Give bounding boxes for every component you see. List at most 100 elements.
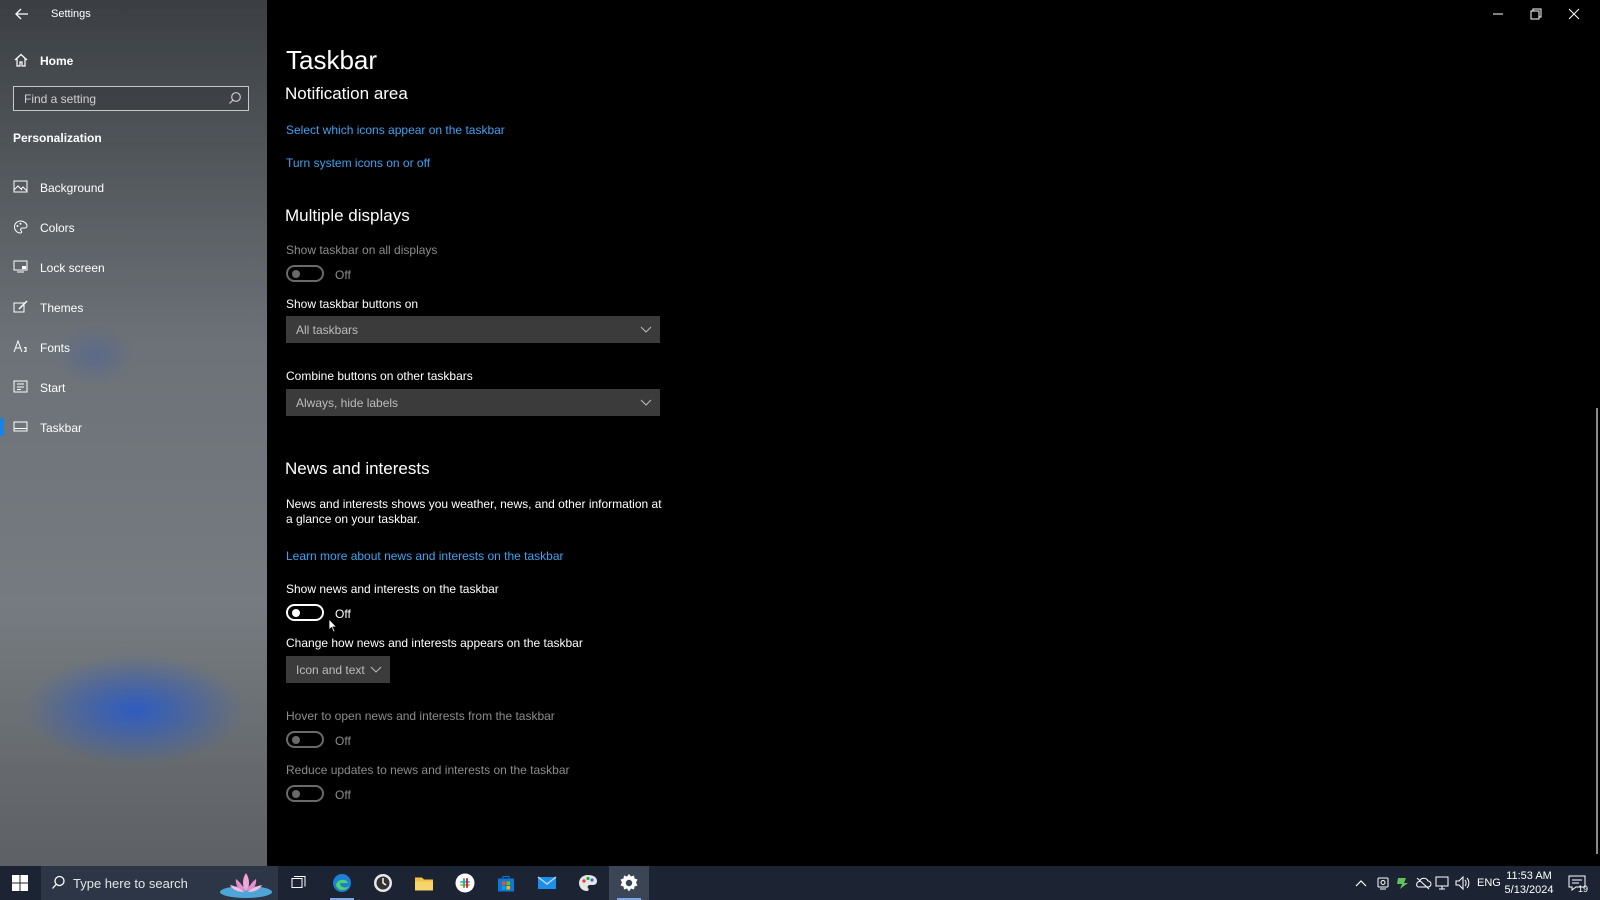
toggle-knob — [292, 736, 300, 744]
show-news-toggle[interactable] — [286, 604, 324, 621]
file-explorer-icon — [415, 877, 433, 891]
search-input[interactable] — [22, 91, 226, 107]
back-arrow-icon[interactable] — [12, 5, 32, 23]
toggle-knob — [292, 609, 300, 617]
lotus-highlight-icon — [220, 873, 272, 898]
taskbar-buttons-on-label: Show taskbar buttons on — [286, 297, 419, 311]
sidebar-item-label: Lock screen — [40, 261, 105, 275]
mail-icon — [537, 876, 557, 889]
select-value: All taskbars — [296, 323, 359, 337]
sidebar-item-taskbar[interactable]: Taskbar — [0, 409, 267, 445]
input-language-indicator[interactable]: ENG — [1477, 877, 1501, 889]
sidebar-item-start[interactable]: Start — [0, 369, 267, 405]
store-icon — [498, 876, 514, 892]
chevron-up-icon[interactable] — [1355, 878, 1367, 888]
reduce-updates-label: Reduce updates to news and interests on … — [286, 763, 570, 777]
system-icons-link[interactable]: Turn system icons on or off — [286, 156, 430, 170]
hover-open-state: Off — [335, 734, 351, 748]
action-center-button[interactable]: 19 — [1566, 866, 1592, 900]
multiple-displays-heading: Multiple displays — [285, 206, 410, 225]
home-nav-item[interactable]: Home — [0, 49, 267, 73]
home-icon — [14, 53, 28, 67]
news-interests-description: News and interests shows you weather, ne… — [286, 497, 662, 526]
show-all-displays-toggle[interactable] — [286, 265, 324, 282]
windows-taskbar: Type here to search ENG 11:53 AM 5/13/20… — [0, 866, 1600, 900]
start-button[interactable] — [0, 866, 40, 900]
select-value: Always, hide labels — [296, 396, 399, 410]
toggle-knob — [292, 270, 300, 278]
sidebar-item-lock-screen[interactable]: Lock screen — [0, 249, 267, 285]
notification-count-badge: 19 — [1578, 884, 1589, 894]
meet-now-icon[interactable] — [1376, 875, 1390, 891]
sidebar-item-colors[interactable]: Colors — [0, 209, 267, 245]
hover-open-label: Hover to open news and interests from th… — [286, 709, 555, 723]
select-icons-link[interactable]: Select which icons appear on the taskbar — [286, 123, 505, 137]
show-news-label: Show news and interests on the taskbar — [286, 582, 499, 596]
vertical-scrollbar[interactable] — [1596, 408, 1598, 854]
clock-date: 5/13/2024 — [1504, 884, 1554, 896]
picture-icon — [13, 180, 28, 193]
settings-app[interactable] — [609, 866, 649, 900]
taskbar-icon — [13, 421, 28, 432]
reduce-updates-state: Off — [335, 788, 351, 802]
show-all-displays-state: Off — [335, 268, 351, 282]
clock-app[interactable] — [363, 866, 403, 900]
slack-app[interactable] — [445, 866, 485, 900]
brush-icon — [13, 300, 28, 313]
home-label: Home — [40, 54, 74, 68]
taskbar-buttons-on-select[interactable]: All taskbars — [286, 316, 660, 343]
search-icon[interactable] — [228, 91, 242, 105]
section-label: Personalization — [13, 131, 102, 145]
change-appearance-select[interactable]: Icon and text — [286, 656, 390, 683]
select-value: Icon and text — [296, 663, 365, 677]
hover-open-toggle[interactable] — [286, 731, 324, 748]
sidebar-item-label: Taskbar — [40, 421, 83, 435]
sidebar-item-label: Colors — [40, 221, 75, 235]
chevron-down-icon — [640, 399, 652, 406]
notification-area-heading: Notification area — [285, 84, 408, 103]
restore-icon[interactable] — [1528, 6, 1544, 22]
paint-icon — [579, 875, 597, 891]
font-icon — [13, 340, 27, 353]
minimize-icon[interactable] — [1490, 6, 1506, 22]
store-app[interactable] — [486, 866, 526, 900]
start-icon — [13, 380, 28, 393]
sidebar-item-background[interactable]: Background — [0, 169, 267, 205]
network-icon[interactable] — [1434, 875, 1450, 891]
battery-saver-icon[interactable] — [1394, 875, 1410, 891]
learn-more-link[interactable]: Learn more about news and interests on t… — [286, 549, 564, 563]
taskbar-search-placeholder: Type here to search — [73, 876, 188, 891]
onedrive-icon[interactable] — [1414, 876, 1432, 890]
sidebar-item-label: Fonts — [40, 341, 71, 355]
edge-app[interactable] — [322, 866, 362, 900]
lock-screen-icon — [13, 260, 28, 273]
find-setting-search[interactable] — [13, 86, 249, 111]
close-icon[interactable] — [1566, 6, 1582, 22]
volume-icon[interactable] — [1454, 875, 1470, 891]
palette-icon — [14, 220, 28, 234]
app-title: Settings — [51, 8, 91, 20]
edge-icon — [333, 874, 351, 892]
reduce-updates-toggle[interactable] — [286, 785, 324, 802]
taskbar-clock[interactable]: 11:53 AM 5/13/2024 — [1500, 869, 1558, 897]
change-appearance-label: Change how news and interests appears on… — [286, 636, 583, 650]
file-explorer-app[interactable] — [404, 866, 444, 900]
taskbar-search-box[interactable]: Type here to search — [41, 866, 278, 900]
show-all-displays-label: Show taskbar on all displays — [286, 243, 438, 257]
combine-buttons-label: Combine buttons on other taskbars — [286, 369, 473, 383]
chevron-down-icon — [370, 666, 382, 673]
paint-app[interactable] — [568, 866, 608, 900]
combine-buttons-select[interactable]: Always, hide labels — [286, 389, 660, 416]
sidebar-item-label: Background — [40, 181, 105, 195]
mail-app[interactable] — [527, 866, 567, 900]
windows-logo-icon — [12, 875, 28, 891]
task-view-button[interactable] — [279, 866, 319, 900]
title-bar: Settings — [0, 0, 267, 28]
sidebar-item-fonts[interactable]: Fonts — [0, 329, 267, 365]
chevron-down-icon — [640, 326, 652, 333]
window-controls — [1480, 0, 1600, 28]
slack-icon — [455, 873, 475, 893]
page-title: Taskbar — [286, 45, 378, 75]
sidebar-item-themes[interactable]: Themes — [0, 289, 267, 325]
clock-time: 11:53 AM — [1506, 870, 1552, 882]
